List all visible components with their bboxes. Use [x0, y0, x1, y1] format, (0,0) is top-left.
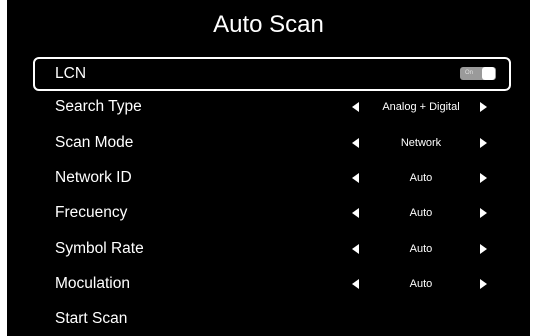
search-type-row[interactable]: Search Type Analog + Digital — [33, 90, 511, 124]
triangle-left-icon[interactable] — [352, 279, 359, 289]
lcn-label: LCN — [55, 65, 87, 82]
lcn-toggle[interactable]: On — [460, 67, 496, 80]
page-title: Auto Scan — [213, 11, 324, 38]
modulation-row[interactable]: Moculation Auto — [33, 267, 511, 301]
frequency-label: Frecuency — [55, 204, 128, 221]
triangle-left-icon[interactable] — [352, 102, 359, 112]
scan-mode-value: Network — [400, 137, 442, 149]
scan-mode-label: Scan Mode — [55, 134, 134, 151]
scan-mode-row[interactable]: Scan Mode Network — [33, 126, 511, 160]
toggle-knob — [482, 67, 495, 80]
network-id-label: Network ID — [55, 169, 132, 186]
triangle-right-icon[interactable] — [480, 208, 487, 218]
frequency-row[interactable]: Frecuency Auto — [33, 196, 511, 230]
triangle-right-icon[interactable] — [480, 279, 487, 289]
triangle-right-icon[interactable] — [480, 138, 487, 148]
network-id-row[interactable]: Network ID Auto — [33, 161, 511, 195]
triangle-right-icon[interactable] — [480, 244, 487, 254]
triangle-right-icon[interactable] — [480, 102, 487, 112]
symbol-rate-label: Symbol Rate — [55, 240, 144, 257]
toggle-state-label: On — [465, 70, 474, 76]
triangle-left-icon[interactable] — [352, 173, 359, 183]
triangle-left-icon[interactable] — [352, 244, 359, 254]
start-scan-label: Start Scan — [55, 310, 128, 327]
network-id-value: Auto — [409, 172, 433, 184]
triangle-left-icon[interactable] — [352, 138, 359, 148]
search-type-value: Analog + Digital — [382, 101, 460, 113]
modulation-label: Moculation — [55, 275, 130, 292]
triangle-left-icon[interactable] — [352, 208, 359, 218]
symbol-rate-row[interactable]: Symbol Rate Auto — [33, 232, 511, 266]
lcn-row[interactable]: LCN On — [33, 57, 511, 91]
modulation-value: Auto — [409, 278, 433, 290]
start-scan-button[interactable]: Start Scan — [33, 302, 511, 336]
frequency-value: Auto — [409, 207, 433, 219]
triangle-right-icon[interactable] — [480, 173, 487, 183]
search-type-label: Search Type — [55, 98, 142, 115]
symbol-rate-value: Auto — [409, 243, 433, 255]
auto-scan-screen: Auto Scan LCN On Search Type Analog + Di… — [7, 0, 530, 336]
